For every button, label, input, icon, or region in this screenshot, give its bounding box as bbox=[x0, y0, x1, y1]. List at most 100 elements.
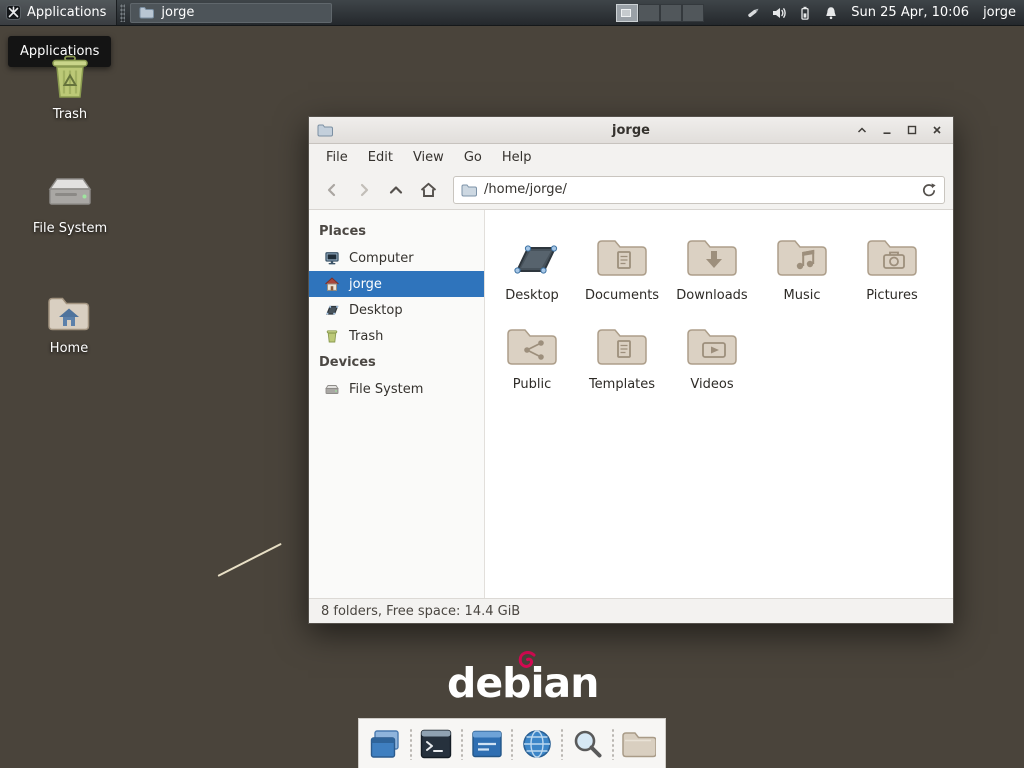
devices-header: Devices bbox=[309, 349, 484, 376]
desktop-icon bbox=[324, 302, 340, 318]
sidebar-item-desktop[interactable]: Desktop bbox=[309, 297, 484, 323]
home-button[interactable] bbox=[413, 176, 443, 204]
sidebar-item-label: File System bbox=[349, 382, 423, 397]
close-button[interactable] bbox=[927, 121, 947, 139]
shade-button[interactable] bbox=[852, 121, 872, 139]
menu-help[interactable]: Help bbox=[493, 147, 541, 168]
window-icon bbox=[139, 6, 154, 19]
dock-separator bbox=[409, 728, 413, 760]
file-item-label: Downloads bbox=[676, 288, 747, 303]
file-item-label: Music bbox=[784, 288, 821, 303]
notifications-tray-icon[interactable] bbox=[822, 4, 839, 21]
file-item-downloads[interactable]: Downloads bbox=[667, 228, 757, 303]
file-item-documents[interactable]: Documents bbox=[577, 228, 667, 303]
dock-separator bbox=[460, 728, 464, 760]
location-bar[interactable]: /home/jorge/ bbox=[453, 176, 945, 204]
reload-icon[interactable] bbox=[921, 182, 937, 198]
minimize-button[interactable] bbox=[877, 121, 897, 139]
file-item-label: Pictures bbox=[866, 288, 917, 303]
file-item-public[interactable]: Public bbox=[487, 317, 577, 392]
trash-icon bbox=[46, 54, 94, 100]
app-finder-magnifier-icon bbox=[570, 726, 606, 762]
desktop-icon-label: Home bbox=[50, 341, 88, 356]
sidebar-item-label: jorge bbox=[349, 277, 382, 292]
sidebar-item-jorge[interactable]: jorge bbox=[309, 271, 484, 297]
file-grid: Desktop Documents bbox=[485, 210, 953, 598]
show-desktop-launcher[interactable] bbox=[367, 725, 405, 763]
workspace-window-preview bbox=[621, 9, 631, 17]
taskbar-item-jorge[interactable]: jorge bbox=[130, 3, 332, 23]
file-item-videos[interactable]: Videos bbox=[667, 317, 757, 392]
file-item-label: Documents bbox=[585, 288, 659, 303]
sidebar-item-file-system[interactable]: File System bbox=[309, 376, 484, 402]
folder-documents-icon bbox=[594, 233, 650, 279]
workspace-1[interactable] bbox=[616, 4, 638, 22]
menu-view[interactable]: View bbox=[404, 147, 453, 168]
menu-edit[interactable]: Edit bbox=[359, 147, 402, 168]
file-item-music[interactable]: Music bbox=[757, 228, 847, 303]
dock-separator bbox=[510, 728, 514, 760]
file-item-label: Public bbox=[513, 377, 551, 392]
sidebar-item-trash[interactable]: Trash bbox=[309, 323, 484, 349]
file-manager-folder-icon bbox=[620, 728, 656, 760]
system-tray bbox=[744, 4, 839, 21]
folder-pictures-icon bbox=[864, 233, 920, 279]
top-panel: Applications jorge bbox=[0, 0, 1024, 26]
applications-menu-label: Applications bbox=[27, 5, 106, 20]
volume-tray-icon[interactable] bbox=[770, 4, 787, 21]
menu-go[interactable]: Go bbox=[455, 147, 491, 168]
desktop-icon-home[interactable]: Home bbox=[21, 292, 117, 356]
file-manager-window: jorge File Edit View Go Help bbox=[308, 116, 954, 624]
debian-swirl-icon bbox=[517, 651, 537, 671]
file-item-label: Videos bbox=[690, 377, 733, 392]
desktop-icon-trash[interactable]: Trash bbox=[22, 54, 118, 122]
maximize-button[interactable] bbox=[902, 121, 922, 139]
file-item-pictures[interactable]: Pictures bbox=[847, 228, 937, 303]
battery-tray-icon[interactable] bbox=[796, 4, 813, 21]
statusbar: 8 folders, Free space: 14.4 GiB bbox=[309, 598, 953, 623]
back-button[interactable] bbox=[317, 176, 347, 204]
panel-username[interactable]: jorge bbox=[983, 5, 1016, 20]
home-folder-icon bbox=[45, 292, 93, 334]
terminal-icon bbox=[418, 726, 454, 762]
titlebar[interactable]: jorge bbox=[309, 117, 953, 144]
location-text: /home/jorge/ bbox=[484, 182, 914, 197]
desktop: Applications jorge bbox=[0, 0, 1024, 768]
file-item-label: Templates bbox=[589, 377, 655, 392]
file-manager-launcher[interactable] bbox=[619, 725, 657, 763]
applications-menu-button[interactable]: Applications bbox=[0, 0, 117, 25]
window-content: Places Computer bbox=[309, 210, 953, 598]
places-header: Places bbox=[309, 218, 484, 245]
forward-button[interactable] bbox=[349, 176, 379, 204]
workspace-2[interactable] bbox=[638, 4, 660, 22]
dock-panel bbox=[358, 718, 666, 768]
sidebar-item-label: Computer bbox=[349, 251, 414, 266]
sidebar-item-computer[interactable]: Computer bbox=[309, 245, 484, 271]
workspace-3[interactable] bbox=[660, 4, 682, 22]
desktop-artifact-line bbox=[218, 543, 282, 577]
web-browser-globe-icon bbox=[519, 726, 555, 762]
up-button[interactable] bbox=[381, 176, 411, 204]
desktop-icon-file-system[interactable]: File System bbox=[22, 172, 118, 236]
sidebar-item-label: Desktop bbox=[349, 303, 403, 318]
web-browser-launcher[interactable] bbox=[518, 725, 556, 763]
app-finder-launcher[interactable] bbox=[569, 725, 607, 763]
clock[interactable]: Sun 25 Apr, 10:06 bbox=[851, 5, 969, 20]
window-manager-icon bbox=[469, 726, 505, 762]
menu-file[interactable]: File bbox=[317, 147, 357, 168]
applications-menu-icon bbox=[6, 5, 21, 20]
file-item-templates[interactable]: Templates bbox=[577, 317, 667, 392]
file-item-desktop[interactable]: Desktop bbox=[487, 228, 577, 303]
dock-separator bbox=[560, 728, 564, 760]
desktop-icon-label: Trash bbox=[53, 107, 87, 122]
toolbar: /home/jorge/ bbox=[309, 170, 953, 210]
window-manager-launcher[interactable] bbox=[468, 725, 506, 763]
window-controls bbox=[852, 121, 947, 139]
folder-downloads-icon bbox=[684, 233, 740, 279]
terminal-launcher[interactable] bbox=[417, 725, 455, 763]
drive-icon bbox=[324, 381, 340, 397]
stylus-tray-icon[interactable] bbox=[744, 4, 761, 21]
workspace-switcher bbox=[616, 4, 704, 22]
workspace-4[interactable] bbox=[682, 4, 704, 22]
folder-music-icon bbox=[774, 233, 830, 279]
